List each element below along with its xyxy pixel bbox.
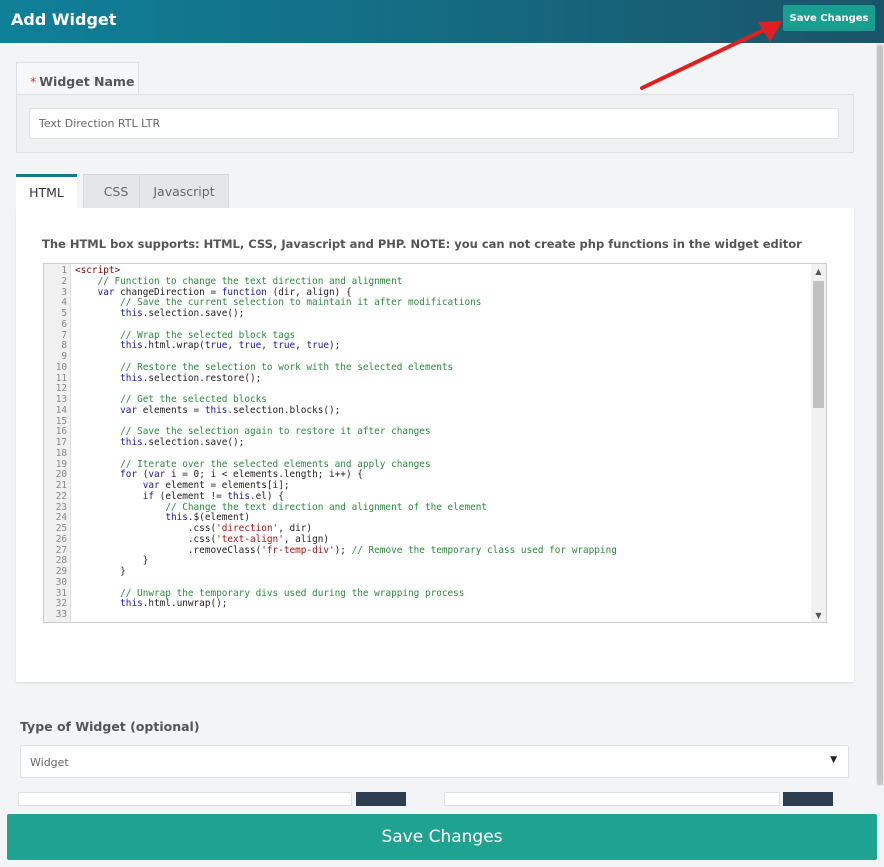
line-number: 10	[55, 361, 67, 373]
line-number: 6	[61, 318, 67, 330]
line-number: 2	[61, 275, 67, 287]
line-number: 22	[55, 490, 67, 502]
red-arrow-annotation	[640, 21, 782, 90]
code-line: }	[75, 566, 126, 577]
page-title: Add Widget	[11, 10, 117, 29]
code-scrollbar[interactable]: ▲ ▼	[811, 264, 826, 622]
code-line: this.html.wrap(true, true, true, true);	[120, 340, 341, 352]
save-changes-button-bottom[interactable]: Save Changes	[7, 814, 877, 860]
line-number: 14	[55, 404, 67, 416]
code-line: this.html.unwrap();	[120, 598, 228, 610]
code-line: // Restore the selection to work with th…	[120, 361, 454, 373]
widget-type-value: Widget	[30, 756, 69, 769]
code-line: this.selection.restore();	[120, 372, 262, 384]
code-line: this.selection.save();	[120, 437, 245, 448]
code-content[interactable]: <script> // Function to change the text …	[75, 265, 617, 621]
widget-name-label: Widget Name	[39, 74, 135, 89]
code-line: this.selection.save();	[120, 308, 245, 319]
page-scrollbar[interactable]	[876, 43, 884, 786]
save-changes-button-top[interactable]: Save Changes	[783, 5, 875, 31]
scroll-down-icon[interactable]: ▼	[811, 608, 826, 622]
line-numbers: 1 2 3 4 5 6 7 8 9 10 11 12 13 14 15 16 17 18 19 20 21 22 23 24 2…	[44, 265, 67, 621]
line-number: 30	[55, 576, 67, 588]
tab-javascript[interactable]: Javascript	[139, 174, 229, 208]
partial-button-left[interactable]	[356, 792, 406, 806]
widget-name-input[interactable]: Text Direction RTL LTR	[29, 108, 839, 139]
line-number: 26	[55, 533, 67, 545]
partial-input-right[interactable]	[444, 792, 780, 806]
widget-type-select[interactable]: Widget ▼	[20, 745, 849, 778]
code-line: var elements = this.selection.blocks();	[120, 404, 341, 416]
editor-card: The HTML box supports: HTML, CSS, Javasc…	[16, 208, 854, 682]
code-line: }	[75, 555, 149, 567]
code-line: .removeClass('fr-temp-div'); // Remove t…	[75, 544, 617, 556]
caret-down-icon: ▼	[830, 755, 837, 765]
code-editor[interactable]: 1 2 3 4 5 6 7 8 9 10 11 12 13 14 15 16 17 18 19 20 21 22 23 24 2…	[43, 263, 827, 623]
partial-input-left[interactable]	[18, 792, 352, 806]
line-number: 18	[55, 447, 67, 459]
widget-type-label: Type of Widget (optional)	[20, 719, 200, 734]
partial-button-right[interactable]	[783, 792, 833, 806]
code-line: // Function to change the text direction…	[97, 275, 403, 287]
line-number: 33	[55, 609, 67, 620]
tab-html[interactable]: HTML	[16, 174, 77, 208]
widget-name-panel: Text Direction RTL LTR	[16, 94, 854, 153]
scroll-up-icon[interactable]: ▲	[811, 264, 826, 278]
editor-notice: The HTML box supports: HTML, CSS, Javasc…	[42, 237, 802, 251]
code-scroll-thumb[interactable]	[813, 281, 824, 408]
required-mark: *	[30, 74, 37, 89]
widget-name-tab: * Widget Name	[16, 62, 139, 94]
